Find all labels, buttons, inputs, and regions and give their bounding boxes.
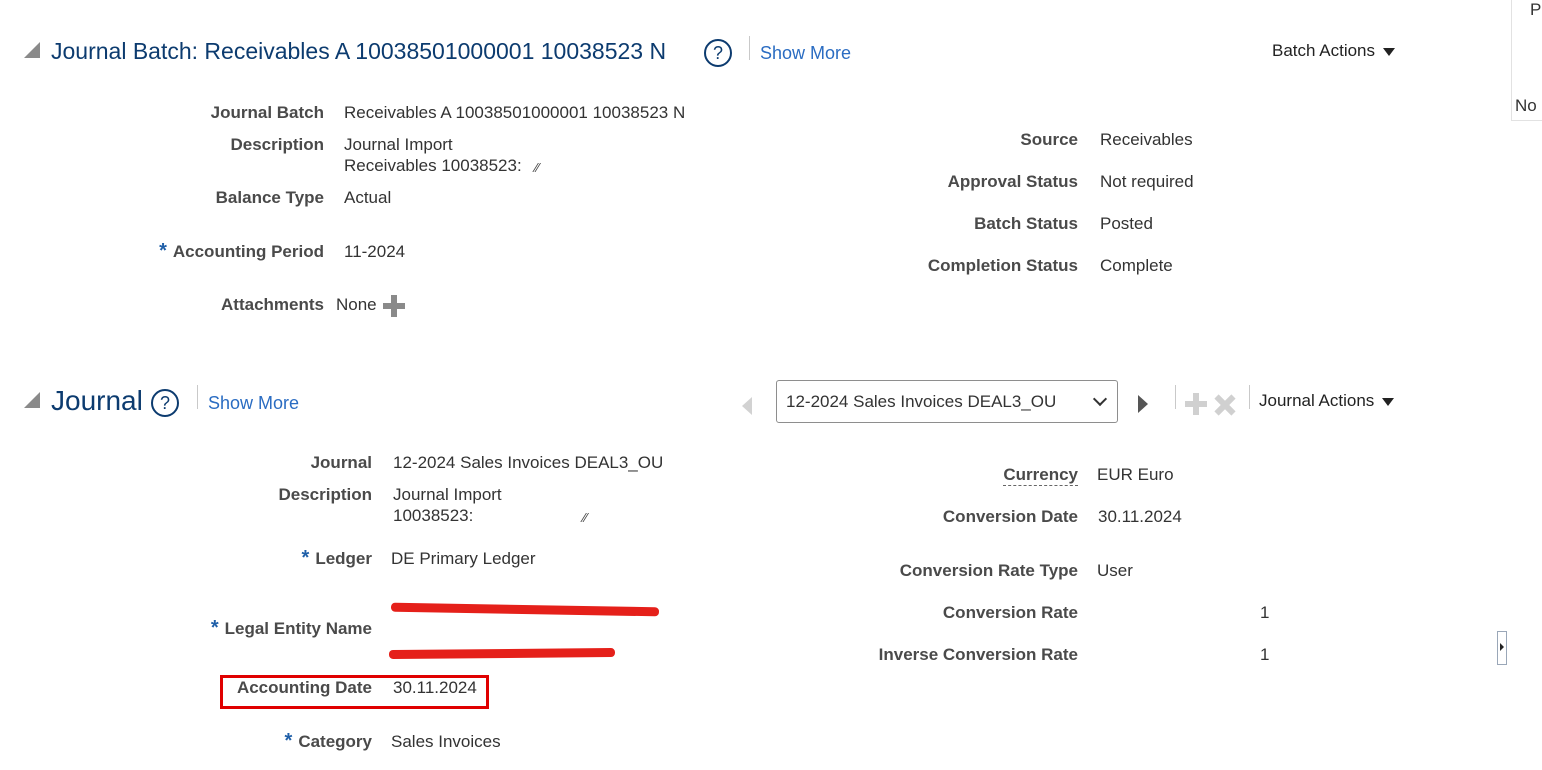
journal-section-title: Journal [51,385,143,416]
currency-value: EUR Euro [1097,465,1174,484]
batch-help-icon[interactable]: ? [704,39,732,67]
journal-help-icon[interactable]: ? [151,389,179,417]
expand-panel-tab[interactable] [1497,631,1507,665]
journal-description-line2: 10038523: [393,506,474,525]
journal-header-separator [197,385,198,409]
chevron-down-icon [1382,397,1395,406]
conversion-rate-value: 1 [1260,603,1270,622]
journal-batch-value: Receivables A 10038501000001 10038523 N [344,103,686,122]
completion-status-value: Complete [1100,256,1173,275]
expand-arrow-icon [1500,643,1504,651]
attachments-value[interactable]: None [336,295,377,315]
batch-status-value: Posted [1100,214,1153,233]
journal-collapse-icon[interactable] [24,392,40,408]
journal-actions-label: Journal Actions [1259,391,1375,410]
right-panel-value: No [1515,96,1537,115]
accounting-period-value: 11-2024 [344,242,406,261]
resize-handle-icon[interactable]: ⁄⁄ [535,160,539,175]
batch-show-more-link[interactable]: Show More [760,43,851,64]
accounting-date-label: Accounting Date [236,678,372,697]
batch-actions-menu[interactable]: Batch Actions [1272,41,1396,61]
batch-section-title: Journal Batch: Receivables A 10038501000… [51,38,667,64]
required-marker: * [210,617,219,639]
approval-status-value: Not required [1100,172,1194,191]
delete-journal-icon[interactable] [1208,388,1242,422]
accounting-period-label: * Accounting Period [159,240,324,262]
conversion-date-label: Conversion Date [942,507,1078,526]
approval-status-label: Approval Status [947,172,1078,191]
previous-journal-icon[interactable] [742,397,752,415]
ledger-label: * Ledger [301,547,372,569]
journal-toolbar-separator [1175,385,1176,409]
journal-toolbar-separator-2 [1249,385,1250,409]
batch-status-label: Batch Status [974,214,1078,233]
category-value: Sales Invoices [391,732,501,751]
source-value: Receivables [1100,130,1193,149]
add-journal-icon[interactable] [1185,393,1207,415]
category-label: * Category [284,730,372,752]
right-panel-top-letter: P [1530,0,1542,19]
batch-description-label: Description [230,135,324,154]
chevron-down-icon [1383,47,1396,56]
journal-batch-label: Journal Batch [210,103,324,122]
required-marker: * [159,240,167,262]
journal-selector-value: 12-2024 Sales Invoices DEAL3_OU [786,392,1057,411]
legal-entity-name-label: * Legal Entity Name [210,617,372,639]
batch-actions-label: Batch Actions [1272,41,1376,60]
resize-handle-icon[interactable]: ⁄⁄ [583,510,587,525]
journal-description-label: Description [278,485,372,504]
completion-status-label: Completion Status [927,256,1078,275]
balance-type-label: Balance Type [215,188,324,207]
inverse-conversion-rate-label: Inverse Conversion Rate [878,645,1078,664]
chevron-down-icon [1092,391,1108,407]
journal-value: 12-2024 Sales Invoices DEAL3_OU [393,453,664,472]
batch-description-line1: Journal Import [344,135,453,154]
inverse-conversion-rate-value: 1 [1260,645,1270,664]
next-journal-icon[interactable] [1138,395,1148,413]
conversion-rate-label: Conversion Rate [942,603,1078,622]
journal-actions-menu[interactable]: Journal Actions [1259,391,1395,411]
journal-description-line1: Journal Import [393,485,502,504]
redaction-mark [390,602,660,617]
conversion-rate-type-label: Conversion Rate Type [899,561,1078,580]
currency-label[interactable]: Currency [1003,465,1078,486]
required-marker: * [284,730,293,752]
journal-selector[interactable]: 12-2024 Sales Invoices DEAL3_OU [776,380,1118,423]
conversion-rate-type-value: User [1097,561,1133,580]
required-marker: * [301,547,310,569]
batch-collapse-icon[interactable] [24,42,40,58]
redaction-mark [388,648,616,659]
source-label: Source [1020,130,1078,149]
batch-header-separator [749,36,750,60]
journal-label: Journal [310,453,372,472]
batch-description-line2: Receivables 10038523: [344,156,522,175]
add-attachment-icon[interactable] [383,295,405,317]
conversion-date-value: 30.11.2024 [1098,507,1182,526]
journal-show-more-link[interactable]: Show More [208,393,299,414]
balance-type-value: Actual [344,188,392,207]
attachments-label: Attachments [221,295,324,314]
accounting-date-value: 30.11.2024 [393,678,477,697]
ledger-value: DE Primary Ledger [391,549,536,568]
